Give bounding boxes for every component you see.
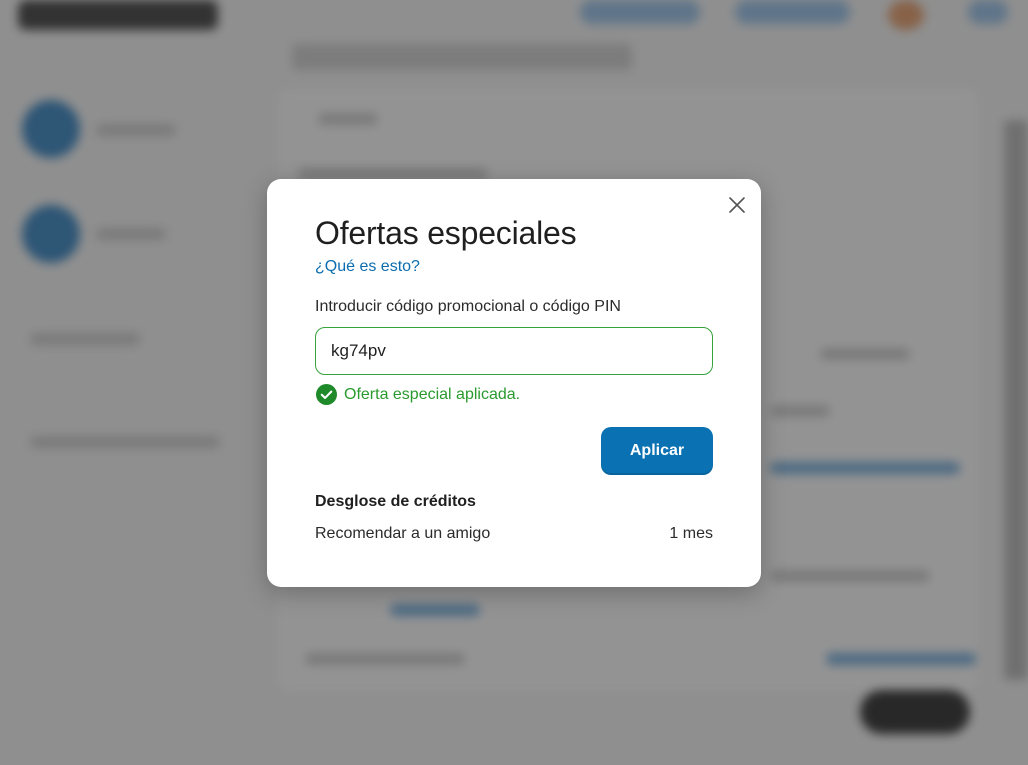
credits-breakdown-title: Desglose de créditos [315, 493, 476, 510]
what-is-this-link[interactable]: ¿Qué es esto? [315, 258, 420, 276]
success-message-row: Oferta especial aplicada. [316, 384, 520, 405]
success-message: Oferta especial aplicada. [344, 385, 521, 403]
promo-code-label: Introducir código promocional o código P… [315, 298, 621, 315]
apply-button[interactable]: Aplicar [601, 427, 713, 475]
credit-row-label: Recomendar a un amigo [315, 525, 491, 542]
close-icon [729, 197, 745, 213]
credit-row: Recomendar a un amigo 1 mes [315, 525, 713, 543]
promo-code-input[interactable] [315, 327, 713, 375]
special-offers-dialog: Ofertas especiales ¿Qué es esto? Introdu… [267, 179, 761, 587]
check-circle-icon [316, 384, 337, 405]
dialog-title: Ofertas especiales [315, 215, 577, 251]
close-button[interactable] [725, 193, 749, 217]
credit-row-value: 1 mes [669, 525, 713, 542]
